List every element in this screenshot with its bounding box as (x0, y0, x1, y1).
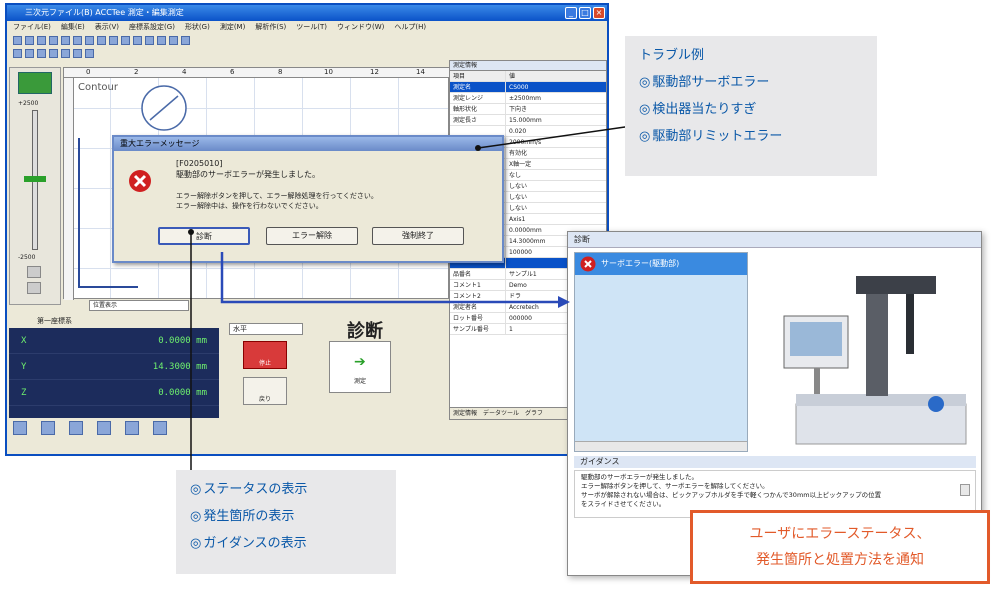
notification-callout: ユーザにエラーステータス、 発生箇所と処置方法を通知 (690, 510, 990, 584)
feature-item: 発生箇所の表示 (190, 503, 382, 530)
feature-item: ガイダンスの表示 (190, 530, 382, 557)
notify-line: ユーザにエラーステータス、 (749, 526, 931, 542)
trouble-item: 駆動部サーボエラー (639, 69, 863, 96)
trouble-item: 検出器当たりすぎ (639, 96, 863, 123)
display-features-callout: ステータスの表示 発生箇所の表示 ガイダンスの表示 (176, 470, 396, 574)
notify-line: 発生箇所と処置方法を通知 (756, 552, 924, 568)
trouble-example-callout: トラブル例 駆動部サーボエラー 検出器当たりすぎ 駆動部リミットエラー (625, 36, 877, 176)
trouble-title: トラブル例 (639, 48, 705, 63)
feature-item: ステータスの表示 (190, 476, 382, 503)
trouble-item: 駆動部リミットエラー (639, 123, 863, 150)
